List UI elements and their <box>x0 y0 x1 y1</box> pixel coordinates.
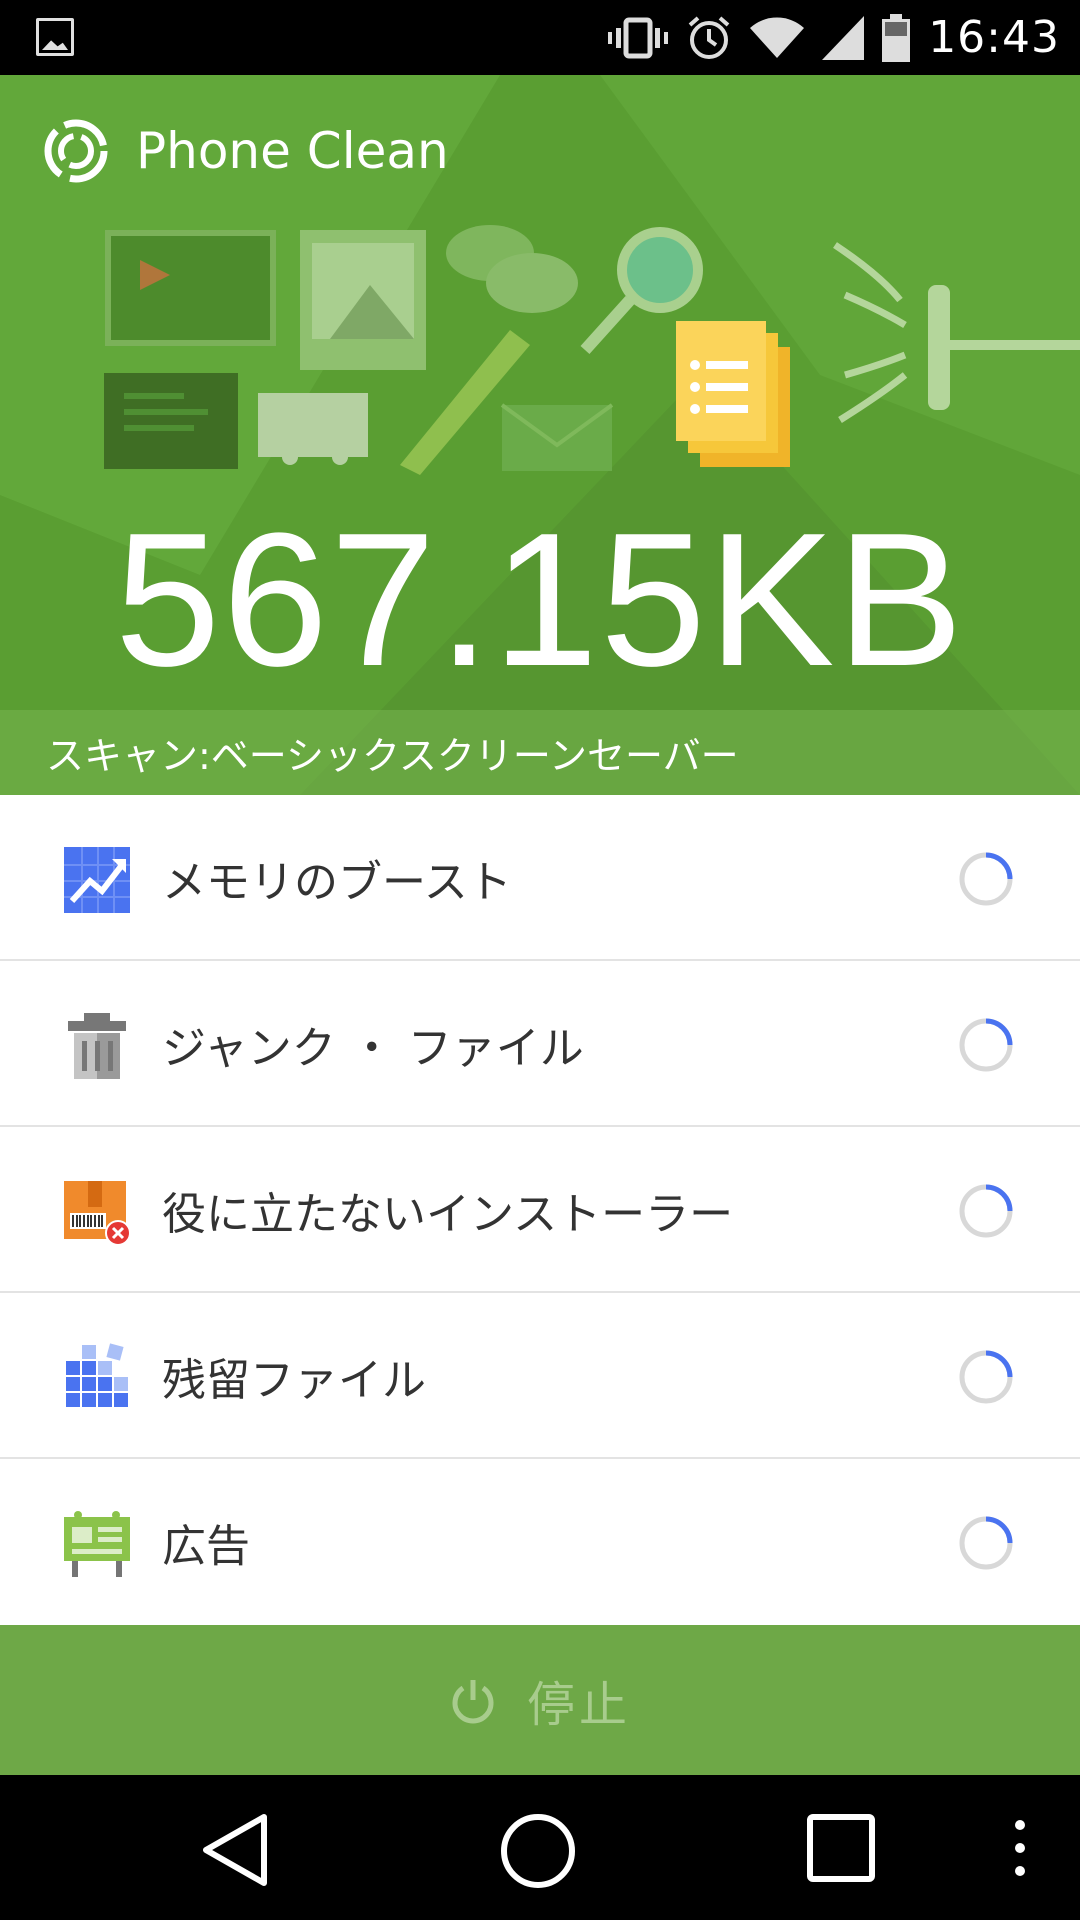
scan-item-label: 残留ファイル <box>162 1355 426 1406</box>
scan-status-bar: スキャン:ベーシックスクリーンセーバー <box>0 710 1080 795</box>
back-icon[interactable] <box>200 1813 270 1891</box>
menu-icon[interactable] <box>1008 1813 1032 1887</box>
scan-item-ads[interactable]: 広告 <box>0 1459 1080 1625</box>
battery-icon <box>882 13 911 62</box>
scan-hero-panel: Phone Clean 567.15KB スキャン:ベーシックスクリーンセーバー <box>0 75 1080 795</box>
alarm-icon <box>688 15 730 59</box>
power-icon <box>452 1680 494 1724</box>
signal-icon <box>822 15 865 60</box>
loading-spinner-icon <box>959 852 1013 906</box>
loading-spinner-icon <box>959 1018 1013 1072</box>
loading-spinner-icon <box>959 1350 1013 1404</box>
vibrate-icon <box>608 17 669 58</box>
scan-item-label: ジャンク ・ ファイル <box>162 1023 584 1074</box>
status-bar: 16:43 <box>0 0 1080 75</box>
gallery-icon <box>36 18 74 56</box>
clock: 16:43 <box>928 12 1060 63</box>
recents-icon[interactable] <box>806 1813 876 1887</box>
scan-item-junk-files[interactable]: ジャンク ・ ファイル <box>0 961 1080 1127</box>
wifi-icon <box>750 17 805 58</box>
app-logo-icon <box>44 119 108 183</box>
scan-item-useless-installers[interactable]: 役に立たないインストーラー <box>0 1127 1080 1293</box>
loading-spinner-icon <box>959 1516 1013 1570</box>
installer-package-icon <box>64 1181 131 1246</box>
stop-button[interactable]: 停止 <box>0 1625 1080 1775</box>
scan-item-label: 役に立たないインストーラー <box>162 1189 734 1240</box>
scan-status-text: スキャン:ベーシックスクリーンセーバー <box>46 734 739 778</box>
loading-spinner-icon <box>959 1184 1013 1238</box>
memory-boost-icon <box>64 847 130 913</box>
scan-item-memory-boost[interactable]: メモリのブースト <box>0 795 1080 961</box>
scanned-size-value: 567.15KB <box>114 494 966 706</box>
residual-files-icon <box>66 1343 128 1407</box>
trash-icon <box>68 1013 126 1079</box>
stop-button-label: 停止 <box>526 1677 631 1733</box>
home-icon[interactable] <box>500 1813 576 1893</box>
scan-item-label: 広告 <box>162 1521 250 1572</box>
navigation-bar <box>0 1775 1080 1920</box>
scan-item-label: メモリのブースト <box>162 857 512 908</box>
scan-item-list: メモリのブースト ジャンク ・ ファイル 役に立たないインストーラー 残留ファイ… <box>0 795 1080 1625</box>
app-title: Phone Clean <box>136 122 449 180</box>
ad-board-icon <box>64 1511 130 1577</box>
scan-item-residual-files[interactable]: 残留ファイル <box>0 1293 1080 1459</box>
